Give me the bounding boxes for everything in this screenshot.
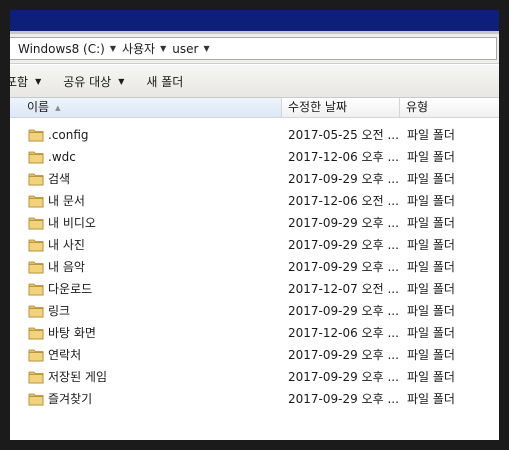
file-date: 2017-12-06 오후 ... bbox=[288, 326, 399, 340]
file-row[interactable]: 내 문서 2017-12-06 오전 ... 파일 폴더 bbox=[10, 190, 499, 212]
pictures-folder-icon bbox=[28, 239, 44, 252]
desktop-folder-icon bbox=[28, 327, 44, 340]
file-name: 내 사진 bbox=[48, 238, 85, 252]
file-row[interactable]: 연락처 2017-09-29 오후 ... 파일 폴더 bbox=[10, 344, 499, 366]
folder-icon bbox=[28, 129, 44, 142]
explorer-window: Windows8 (C:) ▼ 사용자 ▼ user ▼ 포함 ▼ 공유 대상 … bbox=[10, 10, 499, 440]
file-type: 파일 폴더 bbox=[407, 304, 455, 318]
searches-folder-icon bbox=[28, 173, 44, 186]
new-folder-button[interactable]: 새 폴더 bbox=[135, 69, 194, 93]
file-date: 2017-09-29 오후 ... bbox=[288, 260, 399, 274]
file-type: 파일 폴더 bbox=[407, 128, 455, 142]
file-date: 2017-12-06 오전 ... bbox=[288, 194, 399, 208]
file-name: 즐겨찾기 bbox=[48, 392, 93, 406]
file-list: .config 2017-05-25 오전 ... 파일 폴더 .wdc 201… bbox=[10, 124, 499, 410]
file-type: 파일 폴더 bbox=[407, 216, 455, 230]
file-date: 2017-09-29 오후 ... bbox=[288, 238, 399, 252]
file-name: .config bbox=[48, 128, 89, 142]
chevron-down-icon[interactable]: ▼ bbox=[203, 44, 209, 53]
chevron-down-icon[interactable]: ▼ bbox=[160, 44, 166, 53]
file-name: .wdc bbox=[48, 150, 76, 164]
file-date: 2017-05-25 오전 ... bbox=[288, 128, 399, 142]
file-row[interactable]: 검색 2017-09-29 오후 ... 파일 폴더 bbox=[10, 168, 499, 190]
crumb-label: user bbox=[172, 41, 199, 56]
file-name: 내 음악 bbox=[48, 260, 85, 274]
new-folder-label: 새 폴더 bbox=[146, 74, 184, 89]
crumb-label: 사용자 bbox=[121, 42, 156, 56]
file-row[interactable]: 즐겨찾기 2017-09-29 오후 ... 파일 폴더 bbox=[10, 388, 499, 410]
file-date: 2017-09-29 오후 ... bbox=[288, 348, 399, 362]
file-date: 2017-12-06 오후 ... bbox=[288, 150, 399, 164]
folder-icon bbox=[28, 151, 44, 164]
videos-folder-icon bbox=[28, 217, 44, 230]
address-bar: Windows8 (C:) ▼ 사용자 ▼ user ▼ bbox=[10, 34, 499, 64]
file-row[interactable]: 내 비디오 2017-09-29 오후 ... 파일 폴더 bbox=[10, 212, 499, 234]
column-header: 이름 ▲ 수정한 날짜 유형 bbox=[10, 98, 499, 118]
file-type: 파일 폴더 bbox=[407, 348, 455, 362]
crumb-label: Windows8 (C:) bbox=[18, 41, 105, 56]
file-type: 파일 폴더 bbox=[407, 150, 455, 164]
column-name[interactable]: 이름 ▲ bbox=[10, 98, 282, 117]
file-date: 2017-09-29 오후 ... bbox=[288, 216, 399, 230]
file-row[interactable]: 바탕 화면 2017-12-06 오후 ... 파일 폴더 bbox=[10, 322, 499, 344]
column-name-label: 이름 bbox=[27, 100, 50, 114]
file-type: 파일 폴더 bbox=[407, 282, 455, 296]
chevron-down-icon[interactable]: ▼ bbox=[110, 44, 116, 53]
chevron-down-icon: ▼ bbox=[118, 76, 125, 86]
file-name: 내 문서 bbox=[48, 194, 85, 208]
chevron-down-icon: ▼ bbox=[35, 76, 42, 86]
file-row[interactable]: 내 사진 2017-09-29 오후 ... 파일 폴더 bbox=[10, 234, 499, 256]
crumb-users[interactable]: 사용자 ▼ bbox=[120, 40, 170, 57]
include-in-library-button[interactable]: 포함 ▼ bbox=[10, 69, 52, 93]
favorites-folder-icon bbox=[28, 393, 44, 406]
file-type: 파일 폴더 bbox=[407, 326, 455, 340]
crumb-user[interactable]: user ▼ bbox=[170, 42, 213, 56]
contacts-folder-icon bbox=[28, 349, 44, 362]
file-name: 검색 bbox=[48, 172, 71, 186]
file-name: 내 비디오 bbox=[48, 216, 96, 230]
file-type: 파일 폴더 bbox=[407, 370, 455, 384]
file-date: 2017-09-29 오후 ... bbox=[288, 370, 399, 384]
music-folder-icon bbox=[28, 261, 44, 274]
column-date[interactable]: 수정한 날짜 bbox=[282, 98, 400, 117]
file-name: 연락처 bbox=[48, 348, 82, 362]
column-date-label: 수정한 날짜 bbox=[288, 100, 348, 114]
column-type[interactable]: 유형 bbox=[400, 98, 499, 117]
sort-ascending-icon: ▲ bbox=[55, 104, 61, 112]
command-toolbar: 포함 ▼ 공유 대상 ▼ 새 폴더 bbox=[10, 65, 499, 98]
file-row[interactable]: 링크 2017-09-29 오후 ... 파일 폴더 bbox=[10, 300, 499, 322]
file-name: 저장된 게임 bbox=[48, 370, 108, 384]
share-with-button[interactable]: 공유 대상 ▼ bbox=[52, 69, 135, 93]
file-date: 2017-09-29 오후 ... bbox=[288, 172, 399, 186]
file-date: 2017-09-29 오후 ... bbox=[288, 392, 399, 406]
file-name: 링크 bbox=[48, 304, 71, 318]
file-type: 파일 폴더 bbox=[407, 172, 455, 186]
file-row[interactable]: .config 2017-05-25 오전 ... 파일 폴더 bbox=[10, 124, 499, 146]
share-label: 공유 대상 bbox=[63, 74, 112, 89]
address-breadcrumb[interactable]: Windows8 (C:) ▼ 사용자 ▼ user ▼ bbox=[10, 37, 497, 60]
downloads-folder-icon bbox=[28, 283, 44, 296]
file-name: 바탕 화면 bbox=[48, 326, 96, 340]
file-date: 2017-12-07 오전 ... bbox=[288, 282, 399, 296]
file-date: 2017-09-29 오후 ... bbox=[288, 304, 399, 318]
documents-folder-icon bbox=[28, 195, 44, 208]
column-type-label: 유형 bbox=[406, 100, 429, 114]
file-type: 파일 폴더 bbox=[407, 238, 455, 252]
saved-games-folder-icon bbox=[28, 371, 44, 384]
crumb-drive[interactable]: Windows8 (C:) ▼ bbox=[16, 42, 120, 56]
file-row[interactable]: 다운로드 2017-12-07 오전 ... 파일 폴더 bbox=[10, 278, 499, 300]
links-folder-icon bbox=[28, 305, 44, 318]
file-row[interactable]: 저장된 게임 2017-09-29 오후 ... 파일 폴더 bbox=[10, 366, 499, 388]
file-row[interactable]: 내 음악 2017-09-29 오후 ... 파일 폴더 bbox=[10, 256, 499, 278]
file-row[interactable]: .wdc 2017-12-06 오후 ... 파일 폴더 bbox=[10, 146, 499, 168]
file-type: 파일 폴더 bbox=[407, 260, 455, 274]
title-bar[interactable] bbox=[10, 10, 499, 34]
include-label: 포함 bbox=[10, 74, 29, 89]
file-type: 파일 폴더 bbox=[407, 194, 455, 208]
file-type: 파일 폴더 bbox=[407, 392, 455, 406]
file-name: 다운로드 bbox=[48, 282, 93, 296]
